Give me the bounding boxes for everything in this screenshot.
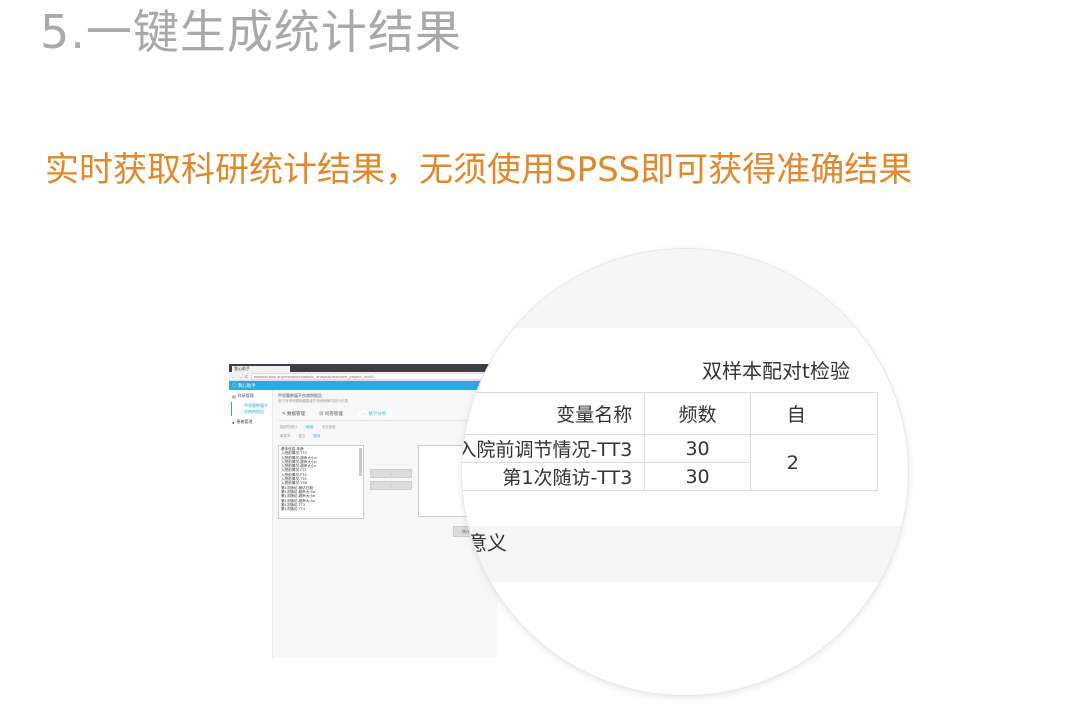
- app-name: 我心助手: [237, 383, 256, 388]
- address-bar: ← → C webtest.tscs.org/research/statisti…: [229, 372, 497, 381]
- test-type-radios: 描述性统计 t检验 卡方检验: [280, 425, 490, 430]
- tab-bar: ✎ 数据管理 ▦ 问卷管理 ∟ 统计分析: [278, 408, 492, 421]
- sidebar-item-research[interactable]: ▤ 科研管理: [229, 390, 272, 402]
- list-item[interactable]: 第1次随访-TT4: [281, 507, 361, 511]
- magnifier-lens: 双样本配对t检验 变量名称 频数 自 入院前调节情况-TT3 30 2 第1次随…: [462, 249, 908, 695]
- header-df: 自: [749, 392, 879, 435]
- cell-count: 30: [644, 434, 751, 463]
- app-header: ♡ 我心助手: [229, 381, 497, 390]
- radio-single[interactable]: 单样本: [280, 434, 291, 439]
- move-right-button[interactable]: →: [370, 469, 412, 478]
- browser-tab[interactable]: 我心助手: [232, 366, 290, 372]
- significance-label: 意义: [467, 531, 507, 555]
- table-row: 入院前调节情况-TT3 30 2: [462, 434, 879, 491]
- lens-band-bottom: [462, 526, 908, 582]
- cell-merged: 2: [749, 434, 879, 491]
- move-left-button[interactable]: ←: [370, 481, 412, 490]
- forward-icon[interactable]: →: [238, 374, 242, 379]
- radio-t-test[interactable]: t检验: [306, 425, 314, 430]
- tab-statistics[interactable]: ∟ 统计分析: [356, 411, 393, 417]
- page-title: 5.一键生成统计结果: [40, 5, 462, 59]
- project-desc: 用于对甲状腺肿瘤患者不良病例情况进行记录: [278, 399, 348, 403]
- sample-type-radios: 单样本 独立 配对: [280, 434, 490, 439]
- header-count: 频数: [644, 392, 751, 435]
- cell-count: 30: [644, 462, 751, 491]
- sidebar: ▤ 科研管理 甲状腺肿瘤不良病例报告 ● 患者管理: [229, 390, 273, 658]
- reload-icon[interactable]: C: [245, 374, 248, 379]
- header-variable: 变量名称: [462, 392, 646, 435]
- sidebar-subitem-project[interactable]: 甲状腺肿瘤不良病例报告: [231, 402, 272, 416]
- tab-questionnaire[interactable]: ▦ 问卷管理: [319, 411, 343, 417]
- browser-tabbar: 我心助手: [229, 364, 497, 372]
- lens-band-top: [462, 249, 908, 328]
- radio-chi-square[interactable]: 卡方检验: [321, 425, 335, 430]
- scrollbar[interactable]: [359, 448, 362, 476]
- result-heading: 双样本配对t检验: [702, 359, 850, 383]
- result-table: 变量名称 频数 自 入院前调节情况-TT3 30 2 第1次随访-TT3 30: [462, 392, 879, 491]
- radio-paired[interactable]: 配对: [314, 434, 321, 439]
- cell-variable: 入院前调节情况-TT3: [462, 434, 646, 463]
- user-icon: ●: [232, 419, 235, 425]
- variable-list[interactable]: 基本信息-年龄 入院前情况-TT3 入院前情况-超声大小a 入院前情况-超声大小…: [278, 445, 364, 519]
- tab-data[interactable]: ✎ 数据管理: [282, 411, 305, 417]
- lens-band-footer: [462, 582, 908, 695]
- back-icon[interactable]: ←: [231, 374, 235, 379]
- cell-variable: 第1次随访-TT3: [462, 462, 646, 491]
- calendar-icon: ▤: [232, 393, 236, 399]
- radio-independent[interactable]: 独立: [299, 434, 306, 439]
- table-header-row: 变量名称 频数 自: [462, 392, 879, 435]
- app-screenshot: 我心助手 ← → C webtest.tscs.org/research/sta…: [229, 364, 497, 658]
- radio-descriptive[interactable]: 描述性统计: [280, 425, 298, 430]
- url-field[interactable]: webtest.tscs.org/research/statistic_anal…: [250, 372, 493, 380]
- sidebar-item-patients[interactable]: ● 患者管理: [229, 416, 272, 428]
- page-subtitle: 实时获取科研统计结果，无须使用SPSS即可获得准确结果: [45, 150, 913, 190]
